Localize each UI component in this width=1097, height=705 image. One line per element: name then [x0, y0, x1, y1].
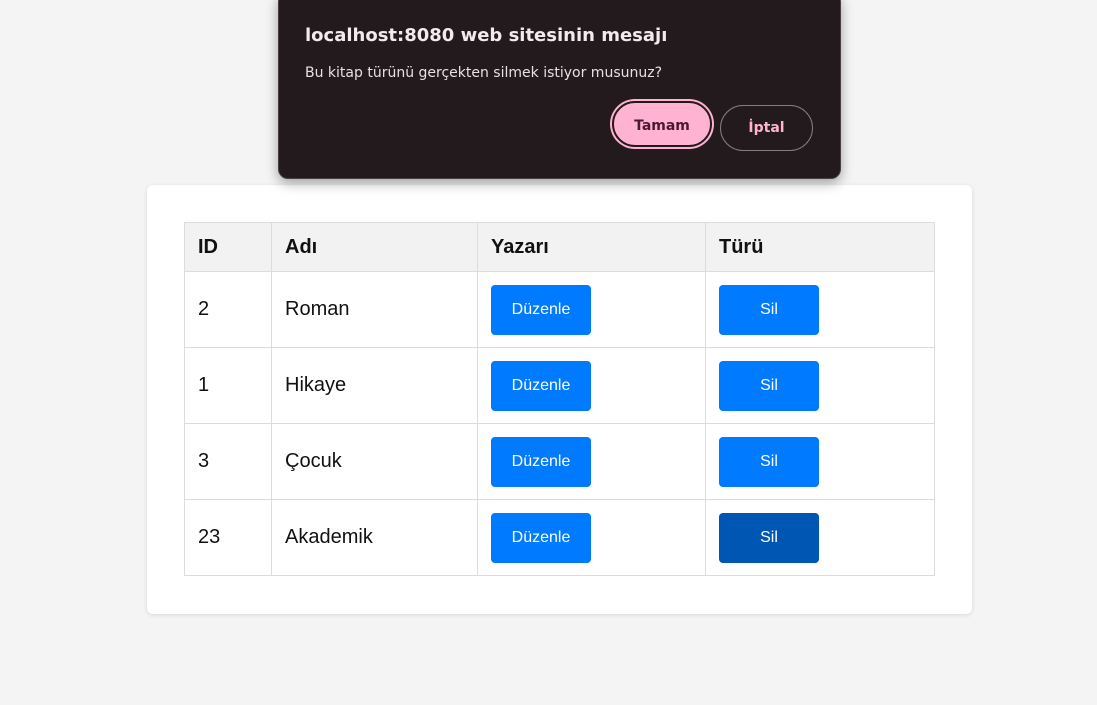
column-header-id: ID: [184, 222, 272, 272]
cell-delete: Sil: [705, 347, 935, 424]
table-header-row: ID Adı Yazarı Türü: [184, 222, 935, 272]
cell-id: 2: [184, 271, 272, 348]
book-types-table: ID Adı Yazarı Türü 2 Roman Düzenle Sil 1…: [184, 222, 935, 576]
cell-id: 3: [184, 423, 272, 500]
cell-edit: Düzenle: [477, 499, 706, 576]
table-row: 3 Çocuk Düzenle Sil: [184, 423, 935, 500]
cell-name: Çocuk: [271, 423, 478, 500]
cell-delete: Sil: [705, 499, 935, 576]
cell-edit: Düzenle: [477, 423, 706, 500]
dialog-title: localhost:8080 web sitesinin mesajı: [305, 25, 668, 46]
delete-button[interactable]: Sil: [719, 436, 819, 487]
cell-edit: Düzenle: [477, 347, 706, 424]
edit-button[interactable]: Düzenle: [491, 436, 591, 487]
book-types-card: ID Adı Yazarı Türü 2 Roman Düzenle Sil 1…: [147, 185, 972, 614]
edit-button[interactable]: Düzenle: [491, 512, 591, 563]
ok-button[interactable]: Tamam: [612, 101, 712, 147]
cell-name: Hikaye: [271, 347, 478, 424]
cell-edit: Düzenle: [477, 271, 706, 348]
confirm-dialog: localhost:8080 web sitesinin mesajı Bu k…: [278, 0, 841, 179]
edit-button[interactable]: Düzenle: [491, 360, 591, 411]
delete-button-hovered[interactable]: Sil: [719, 512, 819, 563]
delete-button[interactable]: Sil: [719, 284, 819, 335]
table-row: 2 Roman Düzenle Sil: [184, 271, 935, 348]
cell-id: 1: [184, 347, 272, 424]
table-row: 1 Hikaye Düzenle Sil: [184, 347, 935, 424]
column-header-name: Adı: [271, 222, 478, 272]
cell-delete: Sil: [705, 423, 935, 500]
table-row: 23 Akademik Düzenle Sil: [184, 499, 935, 576]
cell-name: Roman: [271, 271, 478, 348]
dialog-message: Bu kitap türünü gerçekten silmek istiyor…: [305, 65, 663, 81]
cell-delete: Sil: [705, 271, 935, 348]
column-header-type: Türü: [705, 222, 935, 272]
cancel-button[interactable]: İptal: [720, 105, 813, 151]
cell-name: Akademik: [271, 499, 478, 576]
column-header-author: Yazarı: [477, 222, 706, 272]
edit-button[interactable]: Düzenle: [491, 284, 591, 335]
delete-button[interactable]: Sil: [719, 360, 819, 411]
cell-id: 23: [184, 499, 272, 576]
